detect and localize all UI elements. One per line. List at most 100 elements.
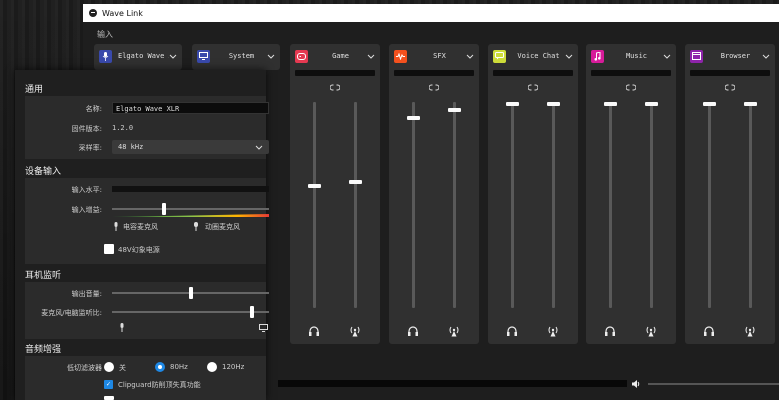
broadcast-icon[interactable] bbox=[645, 325, 657, 337]
stream-mix-fader-handle[interactable] bbox=[547, 102, 560, 106]
device-input-card: 输入水平: 输入增益: 电容麦克风 动圈麦克风 48V幻象电源 bbox=[25, 178, 269, 264]
monitor-icon bbox=[259, 324, 268, 332]
input-level-label: 输入水平: bbox=[71, 186, 102, 194]
stream-mix-fader-track bbox=[552, 102, 555, 308]
audio-enhancement-card: 低切滤波器 关 80Hz 120Hz ✓ Clipguard防削顶失真功能 bbox=[25, 356, 266, 400]
device-settings-panel: 通用 名称: Elgato Wave XLR 固件版本: 1.2.0 采样率: … bbox=[15, 70, 269, 400]
output-bar bbox=[278, 377, 779, 391]
wave-link-logo-icon bbox=[89, 9, 97, 17]
low-cut-off-label: 关 bbox=[119, 364, 126, 372]
low-cut-label: 低切滤波器 bbox=[67, 364, 102, 372]
headphones-icon[interactable] bbox=[506, 325, 518, 337]
chevron-down-icon bbox=[255, 145, 263, 150]
low-cut-120hz-label: 120Hz bbox=[222, 363, 245, 371]
output-volume-label: 输出音量: bbox=[71, 290, 102, 298]
monitor-mix-fader-handle[interactable] bbox=[506, 102, 519, 106]
channel-level-meter bbox=[493, 70, 573, 76]
low-cut-off-radio[interactable] bbox=[104, 362, 114, 372]
channel-strip: Voice Chat bbox=[488, 44, 578, 344]
next-option-checkbox[interactable] bbox=[104, 396, 114, 400]
stream-mix-fader-track bbox=[650, 102, 653, 308]
link-icon[interactable] bbox=[488, 84, 578, 92]
mic-pc-mix-track bbox=[112, 311, 269, 313]
input-level-meter bbox=[112, 186, 269, 192]
general-title: 通用 bbox=[25, 85, 44, 95]
chevron-down-icon[interactable] bbox=[663, 52, 671, 60]
speaker-icon[interactable] bbox=[631, 379, 641, 389]
broadcast-icon[interactable] bbox=[448, 325, 460, 337]
channel-name: Music bbox=[625, 52, 648, 60]
channel-header[interactable]: Browser bbox=[685, 44, 775, 68]
channel-system[interactable]: System bbox=[192, 44, 280, 70]
channel-level-meter bbox=[394, 70, 474, 76]
headphones-icon[interactable] bbox=[703, 325, 715, 337]
stream-mix-fader-handle[interactable] bbox=[744, 102, 757, 106]
sample-rate-value: 48 kHz bbox=[118, 143, 144, 151]
mic-pc-mix-slider-handle[interactable] bbox=[249, 306, 254, 318]
low-cut-80hz-radio[interactable] bbox=[155, 362, 165, 372]
channel-header[interactable]: Game bbox=[290, 44, 380, 68]
dynamic-mic-icon bbox=[194, 222, 198, 231]
monitor-icon bbox=[197, 49, 210, 63]
chevron-down-icon[interactable] bbox=[169, 52, 177, 60]
chevron-down-icon[interactable] bbox=[466, 52, 474, 60]
monitor-mix-fader-handle[interactable] bbox=[308, 184, 321, 189]
channel-header[interactable]: SFX bbox=[389, 44, 479, 68]
input-gain-track bbox=[112, 208, 269, 210]
channel-name: System bbox=[228, 52, 255, 60]
gamepad-icon bbox=[295, 49, 308, 63]
channel-header[interactable]: Voice Chat bbox=[488, 44, 578, 68]
link-icon[interactable] bbox=[389, 84, 479, 92]
headphones-icon[interactable] bbox=[604, 325, 616, 337]
phantom-power-checkbox[interactable] bbox=[104, 244, 114, 254]
monitor-mix-fader-handle[interactable] bbox=[703, 102, 716, 106]
monitor-mix-fader-track bbox=[313, 102, 316, 308]
firmware-value: 1.2.0 bbox=[112, 124, 134, 132]
link-icon[interactable] bbox=[290, 84, 380, 92]
mic-icon bbox=[99, 49, 112, 63]
stream-mix-fader-track bbox=[749, 102, 752, 308]
browser-icon bbox=[690, 49, 703, 63]
chat-icon bbox=[493, 49, 506, 63]
channel-name: Game bbox=[332, 52, 349, 60]
output-volume-slider-handle[interactable] bbox=[188, 287, 193, 299]
channel-strip: Game bbox=[290, 44, 380, 344]
channel-level-meter bbox=[591, 70, 671, 76]
stream-mix-fader-handle[interactable] bbox=[645, 102, 658, 106]
channel-name: SFX bbox=[433, 52, 446, 60]
monitor-mix-fader-handle[interactable] bbox=[407, 116, 420, 121]
chevron-down-icon[interactable] bbox=[565, 52, 573, 60]
chevron-down-icon[interactable] bbox=[367, 52, 375, 60]
channel-header[interactable]: Music bbox=[586, 44, 676, 68]
chevron-down-icon[interactable] bbox=[267, 52, 275, 60]
chevron-down-icon[interactable] bbox=[762, 52, 770, 60]
input-gain-slider-handle[interactable] bbox=[162, 203, 167, 215]
title-bar: Wave Link bbox=[83, 4, 779, 22]
headphones-icon[interactable] bbox=[308, 325, 320, 337]
stream-mix-fader-track bbox=[354, 102, 357, 308]
low-cut-120hz-radio[interactable] bbox=[207, 362, 217, 372]
broadcast-icon[interactable] bbox=[744, 325, 756, 337]
sample-rate-label: 采样率: bbox=[78, 144, 102, 152]
sample-rate-select[interactable]: 48 kHz bbox=[112, 140, 269, 154]
audio-enhancement-title: 音频增强 bbox=[25, 345, 62, 355]
link-icon[interactable] bbox=[685, 84, 775, 92]
monitor-mix-fader-track bbox=[708, 102, 711, 308]
device-name-field[interactable]: Elgato Wave XLR bbox=[112, 102, 269, 114]
stream-mix-fader-handle[interactable] bbox=[349, 180, 362, 185]
channel-strip: Music bbox=[586, 44, 676, 344]
channel-elgato-wave-xlr[interactable]: Elgato Wave XLR bbox=[94, 44, 182, 70]
link-icon[interactable] bbox=[586, 84, 676, 92]
headphones-icon[interactable] bbox=[407, 325, 419, 337]
low-cut-80hz-label: 80Hz bbox=[170, 363, 188, 371]
gain-range-indicator bbox=[112, 214, 269, 217]
stream-mix-fader-handle[interactable] bbox=[448, 108, 461, 113]
output-volume-bar[interactable] bbox=[648, 383, 779, 385]
condenser-mic-icon bbox=[114, 222, 118, 231]
channel-name: Elgato Wave XLR bbox=[118, 52, 169, 60]
clipguard-checkbox[interactable]: ✓ bbox=[104, 380, 113, 389]
broadcast-icon[interactable] bbox=[349, 325, 361, 337]
monitor-mix-fader-handle[interactable] bbox=[604, 102, 617, 106]
channel-name: Voice Chat bbox=[517, 52, 560, 60]
broadcast-icon[interactable] bbox=[547, 325, 559, 337]
